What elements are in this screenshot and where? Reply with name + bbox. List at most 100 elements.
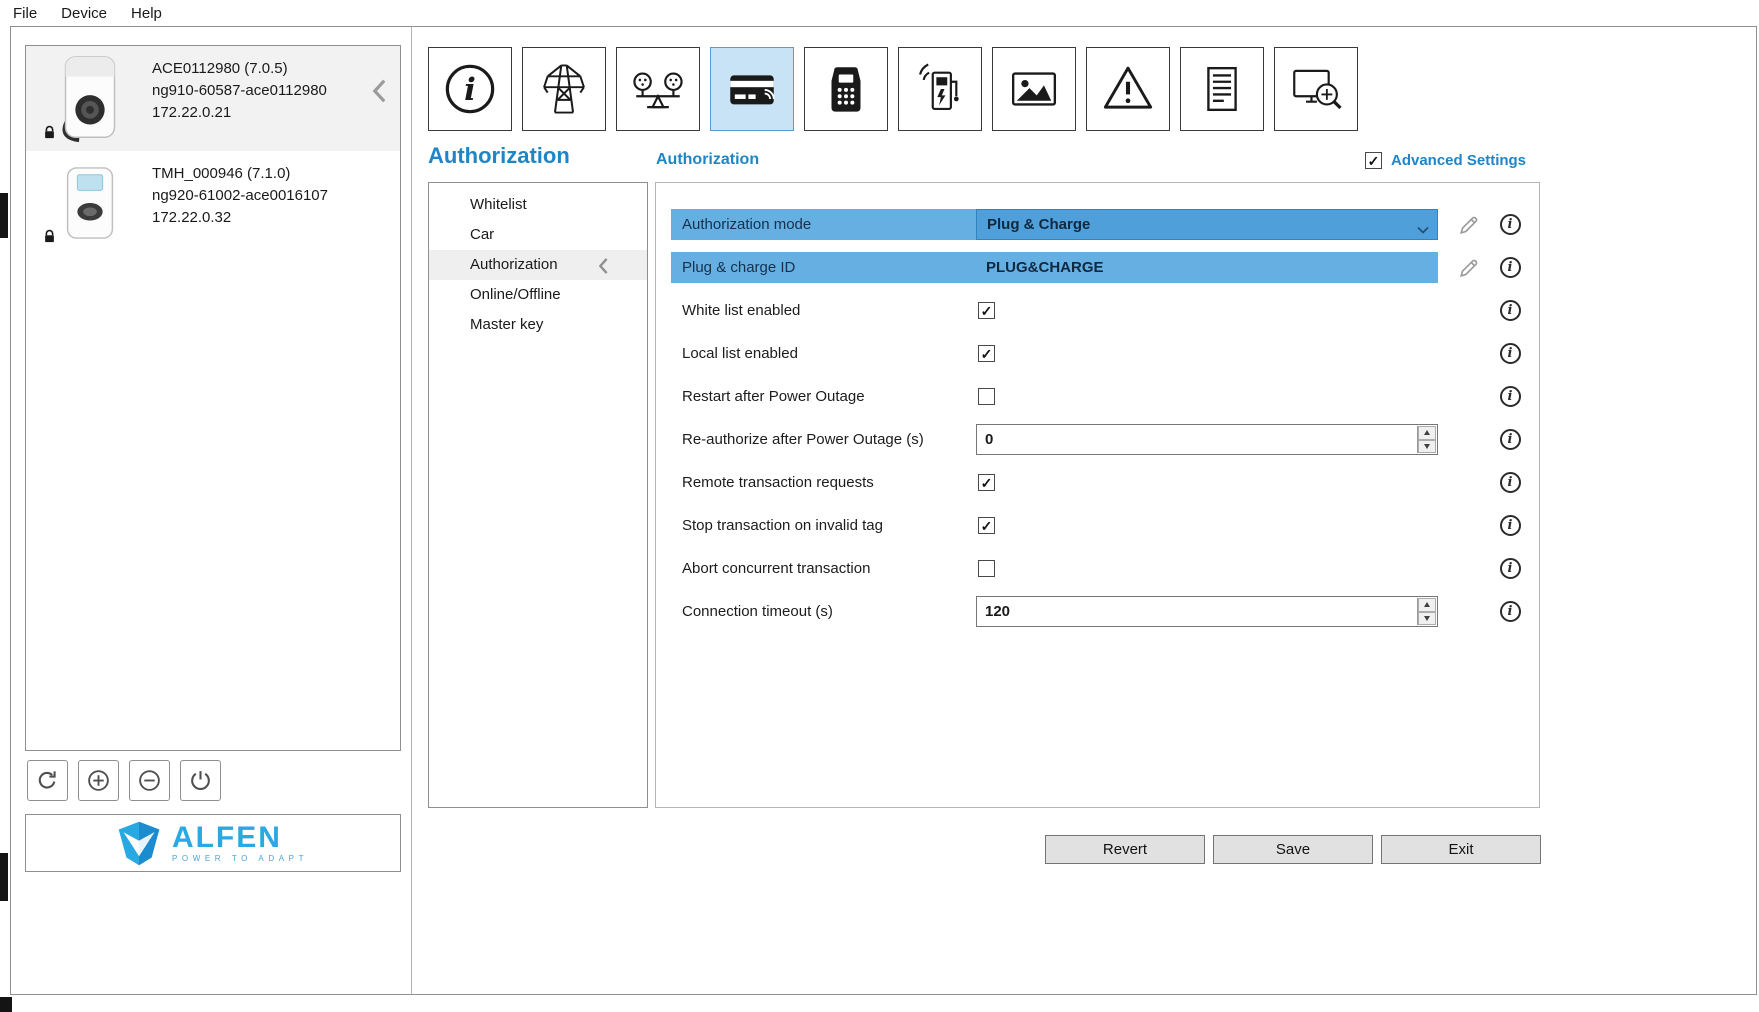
chevron-down-icon (1417, 221, 1429, 234)
section-title: Authorization (428, 143, 570, 168)
panel-divider (411, 27, 412, 994)
info-icon[interactable] (1499, 386, 1521, 407)
spinner-up-button[interactable] (1418, 598, 1436, 612)
logo-tagline: POWER TO ADAPT (171, 854, 309, 863)
chevron-left-icon (598, 256, 609, 274)
alfen-shield-icon (118, 821, 160, 866)
authorization-card-icon (723, 60, 781, 118)
dropdown-value: Plug & Charge (987, 216, 1091, 233)
toolbar-license-document-button[interactable] (1180, 47, 1264, 131)
restart-after-power-outage-checkbox[interactable] (978, 388, 995, 405)
power-button[interactable] (180, 760, 221, 801)
toolbar-charging-station-button[interactable] (898, 47, 982, 131)
device-list-item[interactable]: ACE0112980 (7.0.5) ng910-60587-ace0112980… (26, 46, 400, 151)
field-label: Stop transaction on invalid tag (682, 517, 883, 534)
pencil-icon[interactable] (1458, 257, 1480, 279)
field-row-abort-concurrent-transaction: Abort concurrent transaction (656, 547, 1539, 590)
connection-timeout-s-input[interactable]: 120 (976, 596, 1438, 627)
save-button[interactable]: Save (1213, 835, 1373, 864)
advanced-settings-toggle[interactable]: Advanced Settings (1363, 152, 1526, 169)
remove-button[interactable] (129, 760, 170, 801)
advanced-settings-label: Advanced Settings (1391, 152, 1527, 169)
field-row-plug-charge-id: Plug & charge ID PLUG&CHARGE (656, 246, 1539, 289)
info-icon[interactable] (1499, 515, 1521, 536)
toolbar-load-balancing-button[interactable] (616, 47, 700, 131)
charger-image (28, 50, 152, 147)
local-list-enabled-checkbox[interactable] (978, 345, 995, 362)
logo-brand: ALFEN (171, 821, 282, 854)
subnav-label: Master key (470, 316, 544, 333)
subnav-item-whitelist[interactable]: Whitelist (429, 190, 647, 220)
spinner-up-button[interactable] (1418, 426, 1436, 440)
pencil-icon[interactable] (1458, 214, 1480, 236)
field-label: Connection timeout (s) (682, 603, 833, 620)
load-balancing-icon (629, 60, 687, 118)
toolbar-display-image-button[interactable] (992, 47, 1076, 131)
spinner-down-button[interactable] (1418, 611, 1436, 625)
action-buttons: Revert Save Exit (1045, 835, 1541, 864)
field-row-re-authorize-after-power-outage-s: Re-authorize after Power Outage (s) 0 (656, 418, 1539, 461)
stop-transaction-on-invalid-tag-checkbox[interactable] (978, 517, 995, 534)
lock-icon (42, 125, 57, 140)
subnav-label: Whitelist (470, 196, 527, 213)
refresh-button[interactable] (27, 760, 68, 801)
field-label: Abort concurrent transaction (682, 560, 871, 577)
device-list-item[interactable]: TMH_000946 (7.1.0) ng920-61002-ace0016107… (26, 151, 400, 255)
subnav-item-master-key[interactable]: Master key (429, 310, 647, 340)
menu-item-help[interactable]: Help (131, 5, 162, 22)
info-icon[interactable] (1499, 300, 1521, 321)
menu-item-device[interactable]: Device (61, 5, 107, 22)
device-name: TMH_000946 (7.1.0) (152, 165, 291, 182)
screen-artifact (0, 997, 12, 1012)
add-button[interactable] (78, 760, 119, 801)
plug-charge-id-value: PLUG&CHARGE (976, 252, 1438, 283)
revert-button[interactable]: Revert (1045, 835, 1205, 864)
info-icon[interactable] (1499, 257, 1521, 278)
info-icon[interactable] (1499, 343, 1521, 364)
info-icon: i (441, 60, 499, 118)
authorization-mode-dropdown[interactable]: Plug & Charge (976, 209, 1438, 240)
toolbar-authorization-card-button[interactable] (710, 47, 794, 131)
field-label: Restart after Power Outage (682, 388, 865, 405)
power-grid-icon (535, 60, 593, 118)
info-icon[interactable] (1499, 429, 1521, 450)
charger-image (28, 155, 152, 251)
field-label: White list enabled (682, 302, 801, 319)
toolbar-info-button[interactable]: i (428, 47, 512, 131)
icon-toolbar: i (428, 47, 1358, 131)
menu-item-file[interactable]: File (13, 5, 37, 22)
warning-icon (1099, 60, 1157, 118)
display-image-icon (1005, 60, 1063, 118)
toolbar-warning-button[interactable] (1086, 47, 1170, 131)
info-icon[interactable] (1499, 472, 1521, 493)
field-row-connection-timeout-s: Connection timeout (s) 120 (656, 590, 1539, 633)
field-row-remote-transaction-requests: Remote transaction requests (656, 461, 1539, 504)
spinner-control (1417, 598, 1436, 625)
spinner-down-button[interactable] (1418, 439, 1436, 453)
remove-icon (137, 768, 162, 793)
panel-title: Authorization (656, 151, 760, 168)
subnav-item-authorization[interactable]: Authorization (429, 250, 647, 280)
info-icon[interactable] (1499, 558, 1521, 579)
number-value: 120 (985, 603, 1011, 620)
info-icon[interactable] (1499, 214, 1521, 235)
toolbar-power-grid-button[interactable] (522, 47, 606, 131)
remote-transaction-requests-checkbox[interactable] (978, 474, 995, 491)
advanced-settings-checkbox[interactable] (1365, 152, 1382, 169)
white-list-enabled-checkbox[interactable] (978, 302, 995, 319)
subnav-item-online-offline[interactable]: Online/Offline (429, 280, 647, 310)
field-label: Remote transaction requests (682, 474, 874, 491)
re-authorize-after-power-outage-s-input[interactable]: 0 (976, 424, 1438, 455)
abort-concurrent-transaction-checkbox[interactable] (978, 560, 995, 577)
device-ip: 172.22.0.21 (152, 104, 232, 121)
svg-text:i: i (464, 72, 476, 108)
subnav-item-car[interactable]: Car (429, 220, 647, 250)
toolbar-payment-terminal-button[interactable] (804, 47, 888, 131)
subnav-label: Authorization (470, 256, 558, 273)
charging-station-icon (911, 60, 969, 118)
toolbar-diagnostics-button[interactable] (1274, 47, 1358, 131)
info-icon[interactable] (1499, 601, 1521, 622)
license-document-icon (1193, 60, 1251, 118)
exit-button[interactable]: Exit (1381, 835, 1541, 864)
screen-artifact (0, 853, 8, 901)
